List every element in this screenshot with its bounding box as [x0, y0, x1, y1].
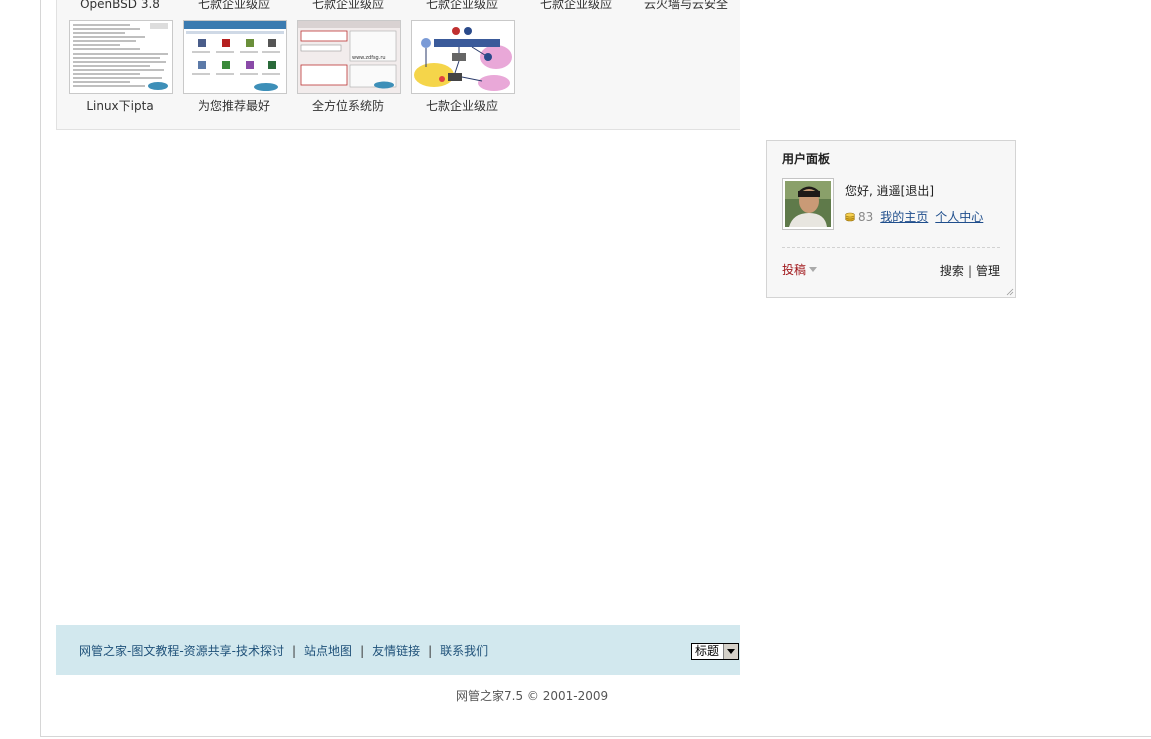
chevron-down-icon — [809, 266, 818, 272]
copyright-text: 网管之家7.5 © 2001-2009 — [456, 689, 609, 703]
gallery-caption[interactable]: 七款企业级应 — [519, 0, 633, 11]
divider — [782, 247, 1000, 248]
gallery-caption[interactable]: 七款企业级应 — [405, 0, 519, 11]
username: 逍遥 — [876, 184, 901, 198]
gallery-caption[interactable]: OpenBSD 3.8 — [63, 0, 177, 11]
friend-links-link[interactable]: 友情链接 — [372, 644, 420, 658]
screenshot-thumbnail-image — [184, 21, 286, 93]
gallery-thumbnail[interactable] — [411, 20, 515, 94]
my-home-link[interactable]: 我的主页 — [880, 208, 928, 225]
footer-bar: 网管之家-图文教程-资源共享-技术探讨 | 站点地图 | 友情链接 | 联系我们 标题 — [56, 625, 740, 675]
gallery-caption[interactable]: Linux下ipta — [63, 99, 177, 113]
chevron-down-icon — [727, 649, 735, 654]
greeting-prefix: 您好, — [845, 184, 877, 198]
sitemap-link[interactable]: 站点地图 — [304, 644, 352, 658]
gallery-caption[interactable]: 全方位系统防 — [291, 99, 405, 113]
site-home-link[interactable]: 网管之家-图文教程-资源共享-技术探讨 — [79, 644, 284, 658]
gallery-caption[interactable]: 七款企业级应 — [291, 0, 405, 11]
document-thumbnail-image — [70, 21, 172, 93]
manage-link[interactable]: 管理 — [976, 264, 1000, 278]
gallery-caption[interactable]: 云火墙与云安全 — [633, 0, 739, 11]
gallery-thumbnail[interactable]: www.zdfsg.ru — [297, 20, 401, 94]
select-arrow[interactable] — [723, 644, 738, 659]
svg-text:www.zdfsg.ru: www.zdfsg.ru — [352, 55, 386, 61]
theme-select[interactable]: 标题 — [691, 643, 739, 660]
contribute-dropdown[interactable]: 投稿 — [782, 261, 818, 278]
avatar-photo — [785, 181, 831, 227]
contribute-label: 投稿 — [782, 263, 807, 277]
credits-count: 83 — [858, 209, 874, 224]
greeting-text: 您好, 逍遥[退出] — [845, 182, 934, 199]
gallery-caption[interactable]: 七款企业级应 — [405, 99, 519, 113]
user-panel-title: 用户面板 — [782, 152, 831, 166]
gallery-thumbnail[interactable] — [69, 20, 173, 94]
link-separator: | — [967, 264, 972, 278]
personal-center-link[interactable]: 个人中心 — [935, 208, 983, 225]
webpage-thumbnail-image: www.zdfsg.ru — [298, 21, 400, 93]
left-border — [40, 0, 41, 736]
resize-handle-icon[interactable] — [1006, 288, 1014, 296]
gallery-caption[interactable]: 七款企业级应 — [177, 0, 291, 11]
logout-link[interactable]: [退出] — [901, 184, 934, 198]
link-separator: | — [360, 644, 365, 658]
gallery-caption[interactable]: 为您推荐最好 — [177, 99, 291, 113]
gallery-thumbnail[interactable] — [183, 20, 287, 94]
link-separator: | — [292, 644, 297, 658]
panel-links: 搜索 | 管理 — [940, 262, 1000, 279]
contact-us-link[interactable]: 联系我们 — [440, 644, 488, 658]
user-panel: 用户面板 您好, 逍遥[退出] 83 我的主页 个人中心 投稿 搜索 | 管理 — [766, 140, 1016, 298]
link-separator: | — [428, 644, 433, 658]
search-link[interactable]: 搜索 — [940, 264, 964, 278]
image-gallery: OpenBSD 3.8 七款企业级应 七款企业级应 七款企业级应 七款企业级应 … — [56, 0, 740, 130]
avatar[interactable] — [782, 178, 834, 230]
coin-icon — [845, 212, 855, 221]
network-diagram-thumbnail-image — [412, 21, 514, 93]
theme-select-value: 标题 — [695, 644, 720, 658]
credits-row: 83 我的主页 个人中心 — [845, 208, 983, 225]
bottom-border — [40, 736, 1151, 737]
footer-links: 网管之家-图文教程-资源共享-技术探讨 | 站点地图 | 友情链接 | 联系我们 — [79, 642, 488, 659]
